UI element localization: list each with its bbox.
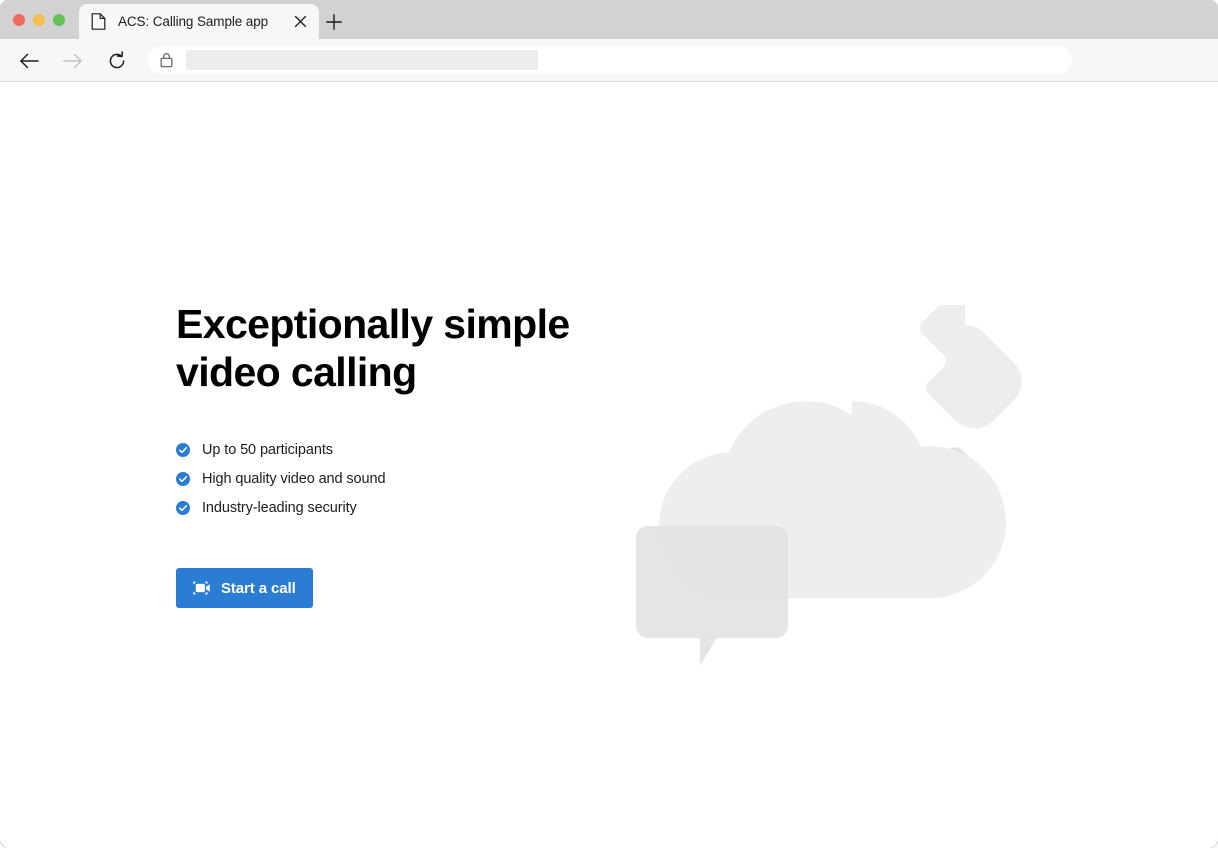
check-circle-icon [176, 500, 190, 515]
browser-window: ACS: Calling Sample app Exceptionally si… [0, 0, 1218, 848]
tab-close-icon[interactable] [291, 13, 309, 31]
page-title: Exceptionally simple video calling [176, 300, 596, 396]
browser-tab-title: ACS: Calling Sample app [118, 14, 269, 29]
reload-button[interactable] [104, 48, 130, 74]
page-content: Exceptionally simple video calling Up to… [0, 83, 1218, 848]
address-bar-url-redacted[interactable] [186, 50, 538, 70]
hero-text-column: Exceptionally simple video calling Up to… [176, 300, 596, 608]
browser-toolbar: Guest ? [0, 39, 1218, 114]
check-circle-icon [176, 471, 190, 486]
window-zoom-button[interactable] [53, 14, 65, 26]
page-title-line-1: Exceptionally simple [176, 301, 570, 347]
feature-label: High quality video and sound [202, 470, 386, 487]
forward-button [60, 48, 86, 74]
feature-label: Up to 50 participants [202, 441, 333, 458]
tab-strip: ACS: Calling Sample app [0, 0, 1218, 39]
arrow-left-icon [20, 53, 39, 69]
window-close-button[interactable] [13, 14, 25, 26]
feature-list: Up to 50 participants High quality video… [176, 435, 596, 522]
address-bar[interactable] [148, 46, 1072, 74]
browser-tab-active[interactable]: ACS: Calling Sample app [79, 4, 319, 39]
illustration-svg [636, 305, 1022, 665]
new-tab-button[interactable] [323, 11, 345, 33]
window-traffic-lights [13, 14, 65, 26]
back-button[interactable] [16, 48, 42, 74]
start-call-label: Start a call [221, 579, 296, 597]
feature-label: Industry-leading security [202, 499, 357, 516]
cloud-phone-chat-illustration [620, 305, 1060, 665]
screen: ACS: Calling Sample app Exceptionally si… [0, 0, 1218, 848]
video-camera-icon [193, 581, 210, 595]
reload-icon [109, 51, 125, 69]
chat-bubble-shape [636, 526, 788, 665]
arrow-right-icon [63, 53, 82, 69]
document-icon [91, 13, 106, 30]
lock-icon[interactable] [159, 52, 174, 68]
list-item: Industry-leading security [176, 493, 596, 522]
window-minimize-button[interactable] [33, 14, 45, 26]
phone-handset-shape [920, 305, 1022, 429]
check-circle-icon [176, 442, 190, 457]
list-item: High quality video and sound [176, 464, 596, 493]
plus-icon [326, 14, 342, 30]
list-item: Up to 50 participants [176, 435, 596, 464]
page-title-line-2: video calling [176, 349, 417, 395]
start-call-button[interactable]: Start a call [176, 568, 313, 608]
